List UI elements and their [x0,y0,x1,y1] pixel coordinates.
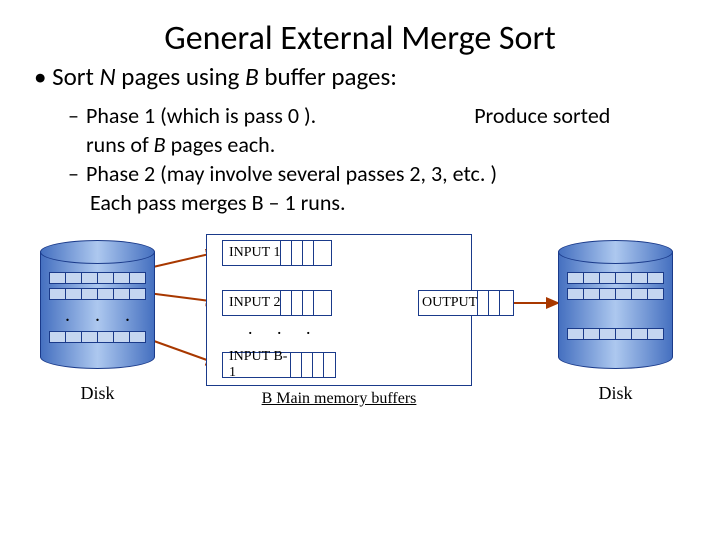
disk-input: . . . Disk [40,240,155,404]
disk-output: . . . Disk [558,240,673,404]
disk-output-label: Disk [558,383,673,404]
memory-label: B Main memory buffers [216,390,462,408]
phase1-a: Phase 1 (which is pass 0 ). [86,102,316,129]
phase1-b: Produce sorted [474,102,610,129]
disk-input-dots: . . . [41,304,154,327]
input-b-label: INPUT B-1 [229,349,290,381]
sub-phase-1-cont: runs of B pages each. [68,131,692,158]
slide-title: General External Merge Sort [28,18,692,59]
phase2: Phase 2 (may involve several passes 2, 3… [86,160,497,187]
output-buffer: OUTPUT [418,290,514,316]
sub-bullets: –Phase 1 (which is pass 0 ). Produce sor… [68,102,692,216]
main-bullet-text: Sort N pages using B buffer pages: [52,61,397,92]
main-bullet: Sort N pages using B buffer pages: [34,61,692,92]
input-2-buffer: INPUT 2 [222,290,332,316]
phase1-c: runs of B pages each. [86,131,275,158]
sub-final: Each pass merges B – 1 runs. [90,189,692,216]
input-1-label: INPUT 1 [229,245,280,261]
merge-sort-diagram: . . . Disk INPUT 1 INPUT 2 . . . INPUT B… [28,230,688,430]
input-b-buffer: INPUT B-1 [222,352,336,378]
input-1-buffer: INPUT 1 [222,240,332,266]
buffer-ellipsis: . . . [248,318,321,339]
output-label: OUTPUT [422,295,477,311]
sub-phase-2: –Phase 2 (may involve several passes 2, … [68,160,692,187]
input-2-label: INPUT 2 [229,295,280,311]
sub-phase-1: –Phase 1 (which is pass 0 ). Produce sor… [68,102,692,129]
disk-input-label: Disk [40,383,155,404]
